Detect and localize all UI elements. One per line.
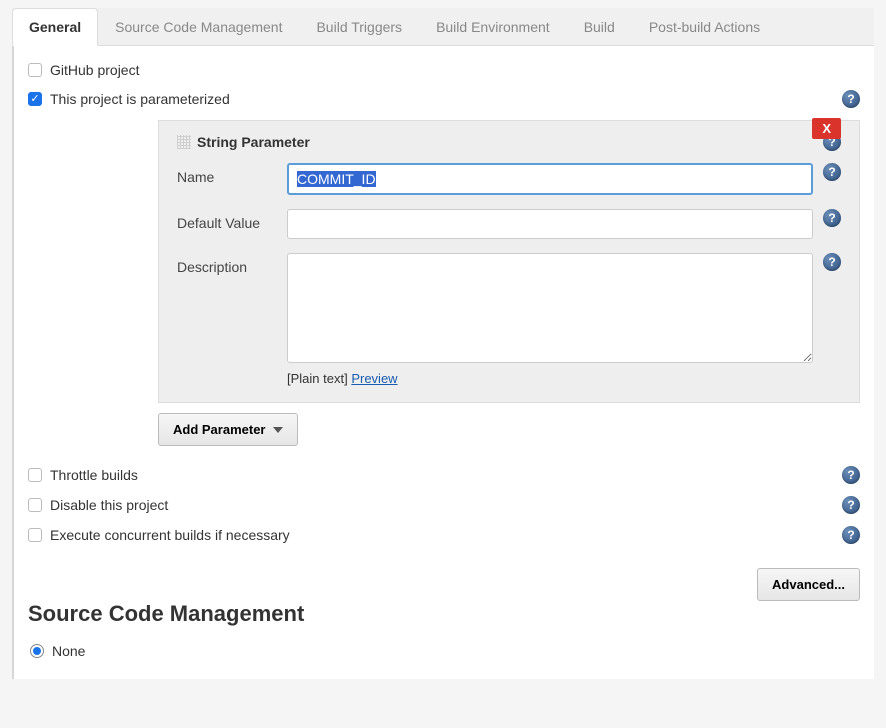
concurrent-builds-row: Execute concurrent builds if necessary ?: [28, 520, 860, 550]
concurrent-builds-checkbox[interactable]: [28, 528, 42, 542]
tab-post-build-actions[interactable]: Post-build Actions: [632, 8, 777, 45]
scm-heading: Source Code Management: [28, 601, 860, 627]
concurrent-builds-label: Execute concurrent builds if necessary: [50, 527, 290, 543]
advanced-button[interactable]: Advanced...: [757, 568, 860, 601]
plain-text-label: [Plain text]: [287, 371, 348, 386]
help-icon[interactable]: ?: [823, 209, 841, 227]
github-project-row: GitHub project: [28, 56, 860, 84]
description-row: Description ?: [177, 253, 841, 363]
tab-source-code-management[interactable]: Source Code Management: [98, 8, 299, 45]
name-label: Name: [177, 163, 287, 185]
parameter-type-title: String Parameter: [197, 134, 310, 150]
string-parameter-box: X String Parameter ? Name ? Default Valu…: [158, 120, 860, 403]
disable-project-label: Disable this project: [50, 497, 168, 513]
throttle-checkbox[interactable]: [28, 468, 42, 482]
scm-none-radio[interactable]: [30, 644, 44, 658]
tab-general[interactable]: General: [12, 8, 98, 46]
throttle-label: Throttle builds: [50, 467, 138, 483]
disable-project-checkbox[interactable]: [28, 498, 42, 512]
github-project-label: GitHub project: [50, 62, 139, 78]
parameterized-row: This project is parameterized ?: [28, 84, 860, 114]
default-value-row: Default Value ?: [177, 209, 841, 239]
description-format-hint: [Plain text] Preview: [287, 371, 841, 386]
add-parameter-button[interactable]: Add Parameter: [158, 413, 298, 446]
parameterized-checkbox[interactable]: [28, 92, 42, 106]
help-icon[interactable]: ?: [842, 90, 860, 108]
throttle-row: Throttle builds ?: [28, 460, 860, 490]
help-icon[interactable]: ?: [823, 253, 841, 271]
tab-build-triggers[interactable]: Build Triggers: [299, 8, 419, 45]
add-parameter-label: Add Parameter: [173, 422, 265, 437]
parameter-container: X String Parameter ? Name ? Default Valu…: [158, 120, 860, 446]
help-icon[interactable]: ?: [842, 466, 860, 484]
name-input[interactable]: [287, 163, 813, 195]
parameter-header: String Parameter ?: [177, 133, 841, 151]
tab-build-environment[interactable]: Build Environment: [419, 8, 567, 45]
description-label: Description: [177, 253, 287, 275]
preview-link[interactable]: Preview: [351, 371, 397, 386]
parameterized-label: This project is parameterized: [50, 91, 230, 107]
help-icon[interactable]: ?: [842, 526, 860, 544]
delete-parameter-button[interactable]: X: [812, 118, 841, 139]
drag-handle-icon[interactable]: [177, 135, 191, 149]
help-icon[interactable]: ?: [823, 163, 841, 181]
help-icon[interactable]: ?: [842, 496, 860, 514]
scm-none-label: None: [52, 643, 85, 659]
chevron-down-icon: [273, 427, 283, 433]
general-section: GitHub project This project is parameter…: [12, 46, 874, 679]
default-value-label: Default Value: [177, 209, 287, 231]
tab-build[interactable]: Build: [567, 8, 632, 45]
default-value-input[interactable]: [287, 209, 813, 239]
config-tabs: General Source Code Management Build Tri…: [12, 8, 874, 46]
scm-none-row: None: [28, 643, 860, 659]
github-project-checkbox[interactable]: [28, 63, 42, 77]
description-textarea[interactable]: [287, 253, 813, 363]
name-field-row: Name ?: [177, 163, 841, 195]
disable-project-row: Disable this project ?: [28, 490, 860, 520]
